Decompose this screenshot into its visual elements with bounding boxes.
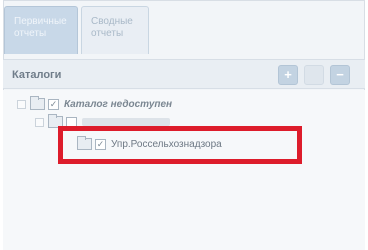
tree-node-leaf-label: Упр.Россельхознадзора (111, 138, 222, 150)
expand-toggle-icon[interactable] (35, 117, 44, 127)
remove-catalog-button[interactable]: − (330, 65, 350, 85)
catalog-header: Каталоги + − (3, 59, 365, 89)
report-tabs: Первичные отчеты Сводные отчеты (4, 6, 362, 54)
tree-node-leaf[interactable]: ✓ Упр.Россельхознадзора (77, 136, 222, 152)
blurred-label (82, 118, 170, 126)
folder-icon (48, 114, 63, 128)
tab-primary-reports[interactable]: Первичные отчеты (4, 6, 78, 54)
checkbox-intermediate[interactable] (66, 116, 77, 128)
checkbox-leaf[interactable]: ✓ (95, 138, 106, 150)
tree-node-root-label: Каталог недоступен (64, 98, 173, 110)
folder-icon (77, 136, 92, 150)
folder-icon (30, 96, 45, 110)
add-catalog-button[interactable]: + (278, 65, 298, 85)
tree-node-intermediate[interactable] (35, 114, 170, 130)
checkbox-root[interactable]: ✓ (48, 98, 59, 110)
tab-summary-reports[interactable]: Сводные отчеты (81, 6, 149, 54)
catalog-tree: ✓ Каталог недоступен ✓ Упр.Россельхознад… (3, 90, 365, 250)
expand-toggle-icon[interactable] (17, 99, 26, 109)
catalog-title: Каталоги (12, 69, 62, 81)
catalog-toolbar: + − (278, 65, 350, 85)
tree-node-root[interactable]: ✓ Каталог недоступен (17, 96, 172, 112)
edit-catalog-button[interactable] (304, 65, 324, 85)
